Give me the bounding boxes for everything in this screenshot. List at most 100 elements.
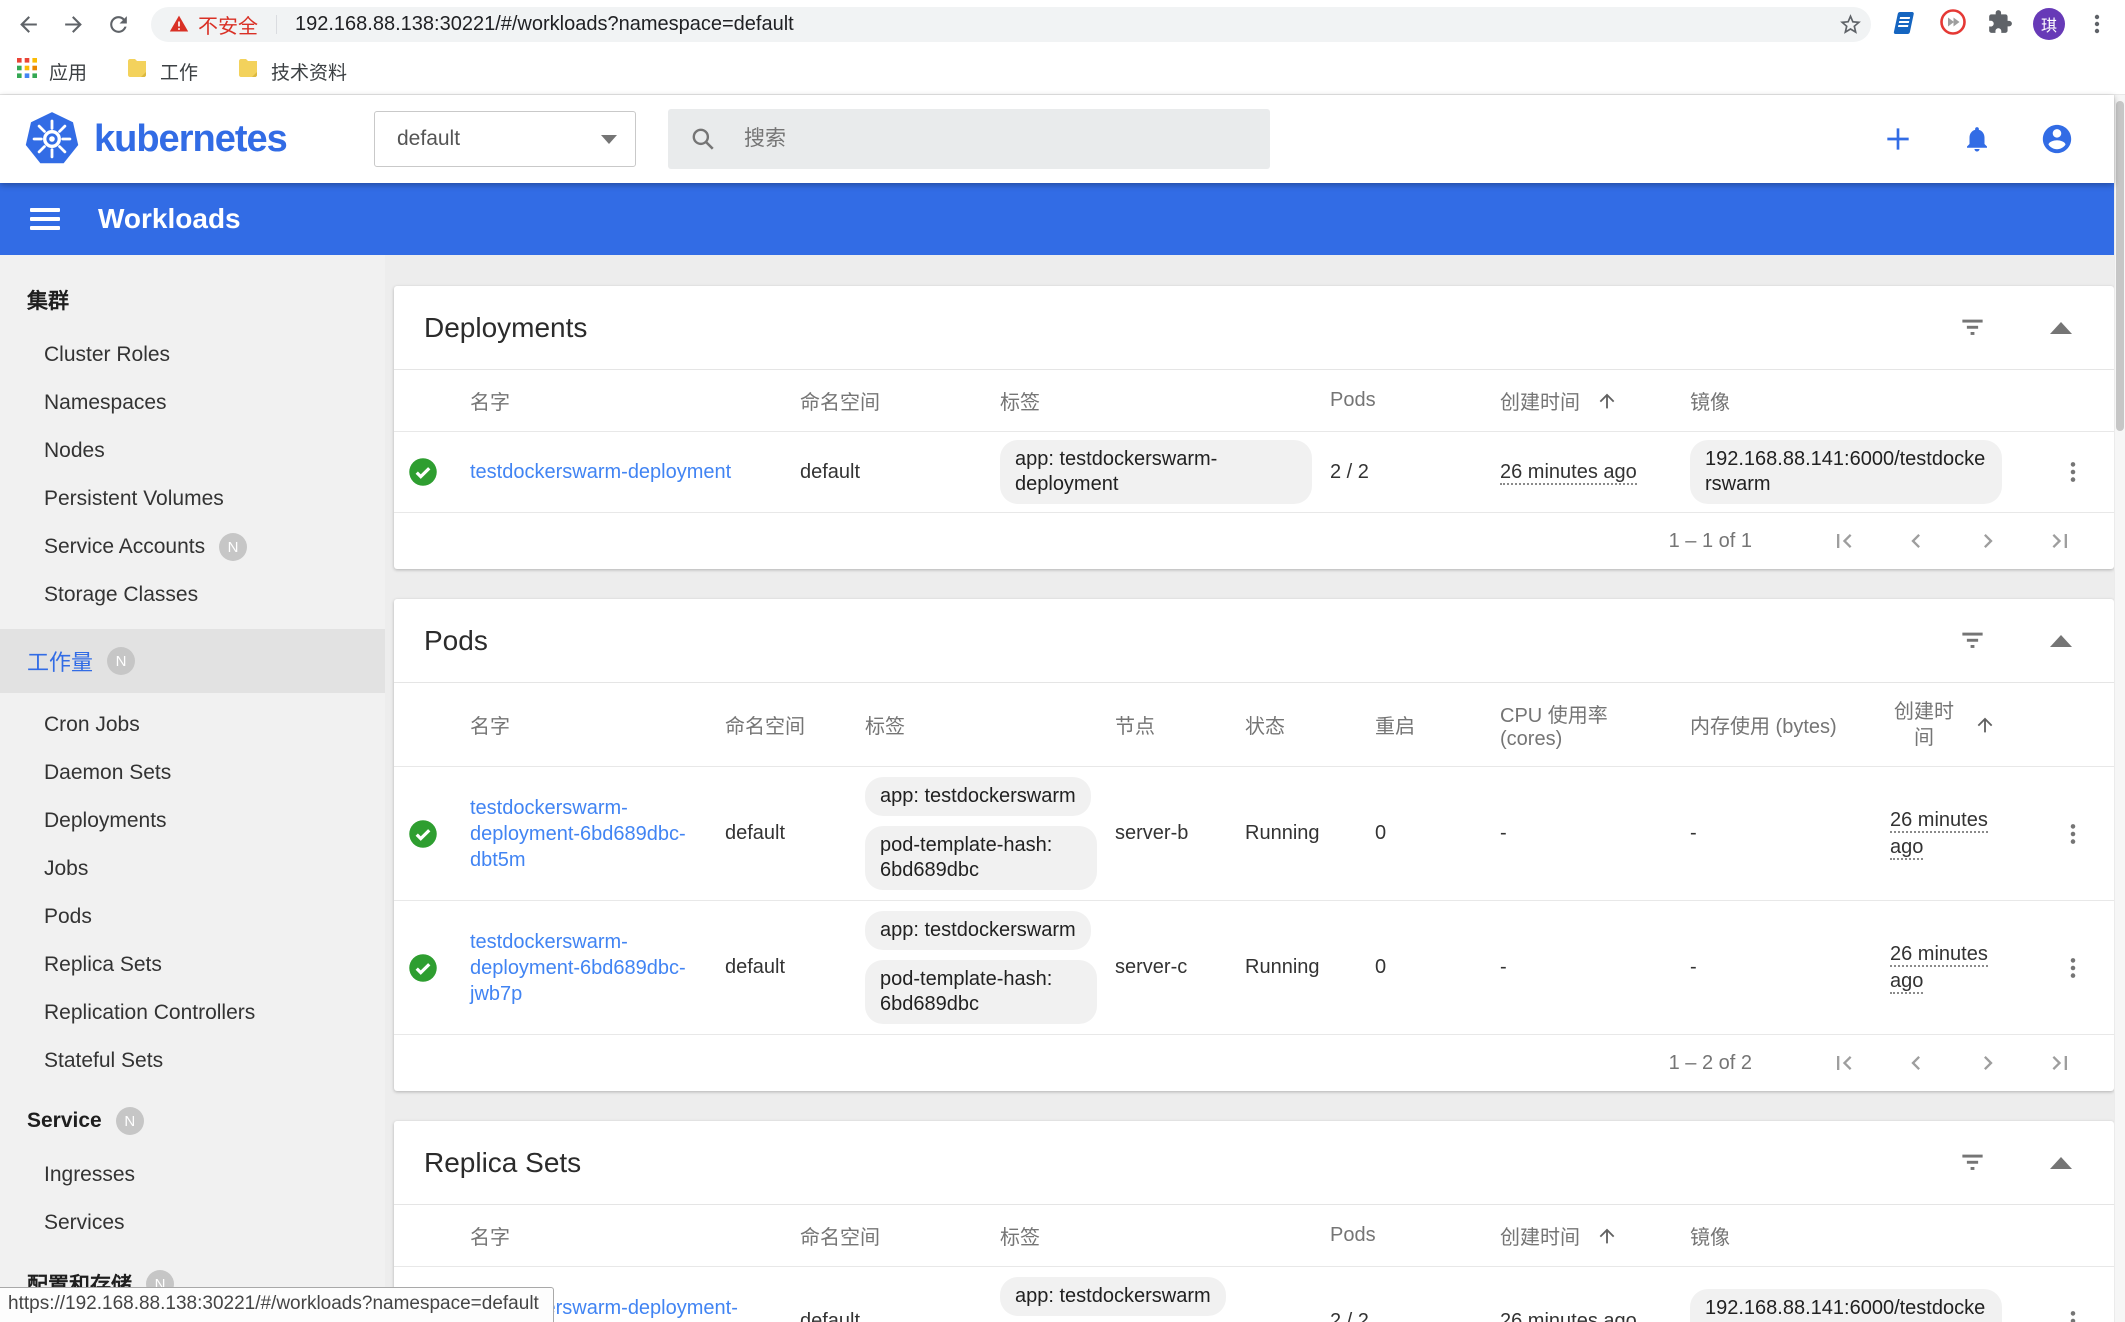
- item-label: Replication Controllers: [44, 1001, 255, 1025]
- notebook-extension-icon[interactable]: [1891, 8, 1919, 41]
- table-row[interactable]: testdockerswarm-deployment-6bd689dbc-dbt…: [394, 767, 2114, 901]
- folder-icon: [236, 56, 260, 86]
- sidebar-item-services[interactable]: Services: [0, 1199, 385, 1247]
- collapse-icon[interactable]: [2050, 635, 2072, 647]
- col-pods[interactable]: Pods: [1330, 1224, 1500, 1247]
- page-scrollbar[interactable]: [2114, 95, 2125, 1322]
- item-label: Stateful Sets: [44, 1049, 163, 1073]
- row-menu-icon[interactable]: [2060, 821, 2086, 847]
- previous-page-icon[interactable]: [1880, 1049, 1952, 1077]
- col-namespace[interactable]: 命名空间: [725, 710, 865, 739]
- table-row[interactable]: testdockerswarm-deployment-6bd689dbc def…: [394, 1267, 2114, 1322]
- row-menu-icon[interactable]: [2060, 459, 2086, 485]
- folder-icon: [125, 56, 149, 86]
- filter-icon[interactable]: [1959, 627, 1986, 654]
- cell-pods: 2 / 2: [1330, 461, 1500, 484]
- bookmark-folder-work[interactable]: 工作: [125, 56, 198, 86]
- pods-card: Pods 名字 命名空间 标签 节点 状态 重启 CPU 使用率 (cores)…: [394, 599, 2114, 1091]
- sidebar-item-storage-classes[interactable]: Storage Classes: [0, 571, 385, 619]
- security-warning[interactable]: 不安全: [169, 10, 258, 39]
- search-bar[interactable]: [668, 109, 1270, 169]
- account-icon[interactable]: [2040, 122, 2074, 156]
- create-plus-icon[interactable]: [1882, 123, 1914, 155]
- col-created[interactable]: 创建时间: [1890, 699, 2020, 751]
- table-row[interactable]: testdockerswarm-deployment default app: …: [394, 432, 2114, 513]
- sidebar-item-daemon-sets[interactable]: Daemon Sets: [0, 749, 385, 797]
- notifications-bell-icon[interactable]: [1962, 124, 1992, 154]
- last-page-icon[interactable]: [2024, 527, 2096, 555]
- sidebar-item-nodes[interactable]: Nodes: [0, 427, 385, 475]
- pods-table-header: 名字 命名空间 标签 节点 状态 重启 CPU 使用率 (cores) 内存使用…: [394, 683, 2114, 767]
- sidebar-item-stateful-sets[interactable]: Stateful Sets: [0, 1037, 385, 1085]
- sidebar-item-persistent-volumes[interactable]: Persistent Volumes: [0, 475, 385, 523]
- sidebar-item-service-accounts[interactable]: Service AccountsN: [0, 523, 385, 571]
- kubernetes-logo[interactable]: kubernetes: [0, 111, 374, 167]
- speed-extension-icon[interactable]: [1939, 8, 1967, 41]
- reload-icon[interactable]: [106, 12, 131, 37]
- col-name[interactable]: 名字: [470, 710, 725, 739]
- cell-status: Running: [1245, 956, 1375, 979]
- sidebar-item-jobs[interactable]: Jobs: [0, 845, 385, 893]
- item-label: Persistent Volumes: [44, 487, 224, 511]
- scrollbar-thumb[interactable]: [2116, 101, 2124, 431]
- new-badge: N: [107, 647, 135, 675]
- col-namespace[interactable]: 命名空间: [800, 386, 1000, 415]
- bookmark-folder-tech[interactable]: 技术资料: [236, 56, 347, 86]
- pod-name-link[interactable]: testdockerswarm-deployment-6bd689dbc-dbt…: [470, 795, 707, 873]
- bookmark-star-icon[interactable]: [1838, 12, 1863, 37]
- address-bar[interactable]: 不安全 192.168.88.138:30221/#/workloads?nam…: [151, 7, 1871, 42]
- sidebar-item-pods[interactable]: Pods: [0, 893, 385, 941]
- deployment-name-link[interactable]: testdockerswarm-deployment: [470, 459, 731, 485]
- row-menu-icon[interactable]: [2060, 955, 2086, 981]
- first-page-icon[interactable]: [1808, 527, 1880, 555]
- item-label: Pods: [44, 905, 92, 929]
- forward-icon[interactable]: [61, 12, 86, 37]
- browser-menu-icon[interactable]: [2085, 12, 2109, 36]
- col-status[interactable]: 状态: [1245, 710, 1375, 739]
- col-pods[interactable]: Pods: [1330, 389, 1500, 412]
- sidebar-item-replication-controllers[interactable]: Replication Controllers: [0, 989, 385, 1037]
- extensions-puzzle-icon[interactable]: [1987, 9, 2013, 40]
- namespace-selector[interactable]: default: [374, 111, 636, 167]
- col-created[interactable]: 创建时间: [1500, 386, 1690, 415]
- pod-name-link[interactable]: testdockerswarm-deployment-6bd689dbc-jwb…: [470, 929, 707, 1007]
- search-input[interactable]: [744, 127, 1248, 151]
- section-label: Service: [27, 1109, 102, 1133]
- sidebar-section-service[interactable]: ServiceN: [0, 1085, 385, 1151]
- next-page-icon[interactable]: [1952, 527, 2024, 555]
- collapse-icon[interactable]: [2050, 1157, 2072, 1169]
- col-node[interactable]: 节点: [1115, 710, 1245, 739]
- table-row[interactable]: testdockerswarm-deployment-6bd689dbc-jwb…: [394, 901, 2114, 1035]
- sidebar-item-replica-sets[interactable]: Replica Sets: [0, 941, 385, 989]
- label-chip: app: testdockerswarm: [865, 911, 1091, 950]
- browser-profile-avatar[interactable]: 琪: [2033, 8, 2065, 40]
- col-created[interactable]: 创建时间: [1500, 1221, 1690, 1250]
- url-text[interactable]: 192.168.88.138:30221/#/workloads?namespa…: [295, 13, 1828, 36]
- screen: 不安全 192.168.88.138:30221/#/workloads?nam…: [0, 0, 2125, 1322]
- app-body: 集群 Cluster Roles Namespaces Nodes Persis…: [0, 255, 2114, 1322]
- col-namespace[interactable]: 命名空间: [800, 1221, 1000, 1250]
- back-icon[interactable]: [16, 12, 41, 37]
- first-page-icon[interactable]: [1808, 1049, 1880, 1077]
- filter-icon[interactable]: [1959, 314, 1986, 341]
- filter-icon[interactable]: [1959, 1149, 1986, 1176]
- next-page-icon[interactable]: [1952, 1049, 2024, 1077]
- collapse-icon[interactable]: [2050, 322, 2072, 334]
- col-name[interactable]: 名字: [470, 386, 800, 415]
- sidebar-item-ingresses[interactable]: Ingresses: [0, 1151, 385, 1199]
- deployments-pagination: 1 – 1 of 1: [394, 513, 2114, 569]
- row-menu-icon[interactable]: [2060, 1308, 2086, 1322]
- sidebar-section-workloads-selected[interactable]: 工作量N: [0, 629, 385, 693]
- bookmark-apps[interactable]: 应用: [16, 57, 87, 85]
- sidebar-item-deployments[interactable]: Deployments: [0, 797, 385, 845]
- hamburger-menu-icon[interactable]: [30, 203, 60, 235]
- sidebar-item-cluster-roles[interactable]: Cluster Roles: [0, 331, 385, 379]
- sidebar-item-namespaces[interactable]: Namespaces: [0, 379, 385, 427]
- previous-page-icon[interactable]: [1880, 527, 1952, 555]
- col-restarts[interactable]: 重启: [1375, 710, 1500, 739]
- col-name[interactable]: 名字: [470, 1221, 800, 1250]
- label-chip: app: testdockerswarm: [865, 777, 1091, 816]
- sidebar-section-cluster[interactable]: 集群: [0, 263, 385, 331]
- sidebar-item-cron-jobs[interactable]: Cron Jobs: [0, 701, 385, 749]
- last-page-icon[interactable]: [2024, 1049, 2096, 1077]
